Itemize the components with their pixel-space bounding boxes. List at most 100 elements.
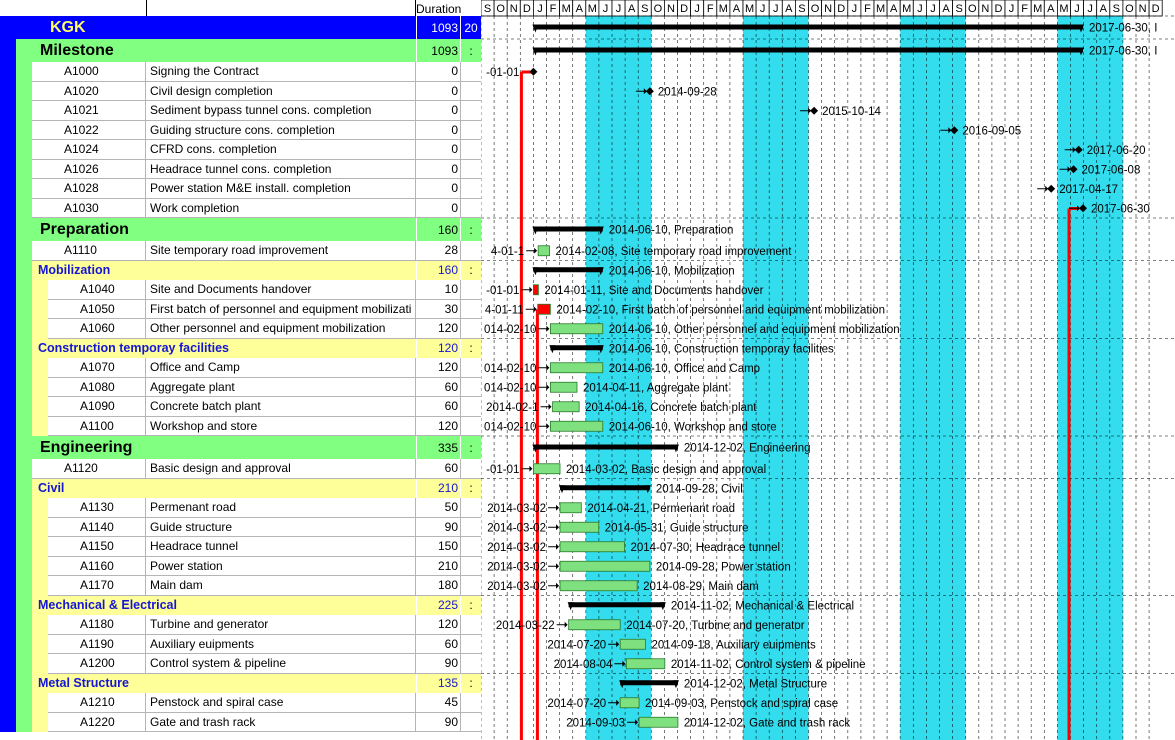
task-bar[interactable] <box>549 381 578 393</box>
table-row[interactable]: A1120 Basic design and approval 60 <box>0 459 481 479</box>
tree-band-project <box>0 159 16 179</box>
table-row[interactable]: A1160 Power station 210 <box>0 556 481 576</box>
table-row[interactable]: A1140 Guide structure 90 <box>0 517 481 537</box>
milestone-diamond[interactable] <box>1047 184 1056 193</box>
summary-bar[interactable] <box>533 444 678 450</box>
tree-band-wbs2 <box>32 634 48 654</box>
table-row[interactable]: A1070 Office and Camp 120 <box>0 358 481 378</box>
table-row[interactable]: A1050 First batch of personnel and equipm… <box>0 299 481 319</box>
wbs-row[interactable]: KGK 1093 20 <box>0 16 481 39</box>
start-date-label: 2014-03-02 <box>487 503 546 515</box>
summary-bar[interactable] <box>568 602 665 608</box>
table-row[interactable]: A1190 Auxiliary euipments 60 <box>0 634 481 654</box>
task-bar[interactable] <box>559 521 600 533</box>
task-bar[interactable] <box>559 560 651 572</box>
duration-cell: 90 <box>416 517 460 537</box>
wbs-row[interactable]: Civil 210: <box>0 478 481 498</box>
table-row[interactable]: A1200 Control system & pipeline 90 <box>0 654 481 674</box>
finish-date-label: 2016-09-05 <box>962 125 1021 137</box>
month-label: M <box>1033 3 1042 15</box>
wbs-row[interactable]: Metal Structure 135: <box>0 673 481 693</box>
activity-id: A1000 <box>32 62 146 82</box>
task-bar[interactable] <box>537 303 551 315</box>
finish-date-label: 2017-06-30 <box>1091 203 1150 215</box>
task-bar[interactable] <box>537 245 550 257</box>
table-row[interactable]: A1110 Site temporary road improvement 28 <box>0 241 481 261</box>
duration-cell: 10 <box>416 280 460 300</box>
table-row[interactable]: A1021 Sediment bypass tunnel cons. comple… <box>0 101 481 121</box>
task-bar[interactable] <box>625 658 666 670</box>
task-bar[interactable] <box>559 580 638 592</box>
wbs-row[interactable]: Mechanical & Electrical 225: <box>0 595 481 615</box>
table-row[interactable]: A1090 Concrete batch plant 60 <box>0 397 481 417</box>
milestone-diamond[interactable] <box>529 67 538 76</box>
table-row[interactable]: A1060 Other personnel and equipment mobil… <box>0 319 481 339</box>
table-row[interactable]: A1180 Turbine and generator 120 <box>0 615 481 635</box>
month-label: D <box>1152 3 1160 15</box>
tree-band-wbs2 <box>32 377 48 397</box>
tree-band-wbs1 <box>16 120 32 140</box>
calendar-cell <box>460 377 481 397</box>
table-row[interactable]: A1024 CFRD cons. completion 0 <box>0 140 481 160</box>
wbs-name: Engineering <box>32 436 416 459</box>
gantt-chart[interactable]: SONDJFMAMJJASONDJFMAMJJASONDJFMAMJJASOND… <box>481 0 1175 740</box>
activity-name: Penstock and spiral case <box>146 693 416 713</box>
table-row[interactable]: A1030 Work completion 0 <box>0 198 481 218</box>
table-row[interactable]: A1026 Headrace tunnel cons. completion 0 <box>0 159 481 179</box>
summary-bar[interactable] <box>560 485 650 491</box>
month-label: N <box>510 3 518 15</box>
wbs-row[interactable]: Mobilization 160: <box>0 260 481 280</box>
task-bar[interactable] <box>559 541 625 553</box>
wbs-row[interactable]: Construction temporay facilities 120: <box>0 338 481 358</box>
task-bar[interactable] <box>619 697 640 709</box>
task-bar[interactable] <box>559 502 582 514</box>
wbs-row[interactable]: Engineering 335: <box>0 436 481 459</box>
table-row[interactable]: A1210 Penstock and spiral case 45 <box>0 693 481 713</box>
calendar-cell <box>460 556 481 576</box>
activity-name: Gate and trash rack <box>146 712 416 732</box>
activity-id: A1210 <box>48 693 146 713</box>
table-row[interactable]: A1100 Workshop and store 120 <box>0 416 481 436</box>
activity-id: A1120 <box>32 459 146 479</box>
activity-id: A1060 <box>48 319 146 339</box>
tree-band-wbs1 <box>16 615 32 635</box>
table-row[interactable]: A1040 Site and Documents handover 10 <box>0 280 481 300</box>
table-row[interactable]: A1028 Power station M&E install. completi… <box>0 179 481 199</box>
summary-bar[interactable] <box>533 24 1083 30</box>
start-date-label: 2014-02-1 <box>486 402 538 414</box>
header-cell-id[interactable] <box>0 0 147 16</box>
wbs-row[interactable]: Milestone 1093: <box>0 39 481 62</box>
table-row[interactable]: A1170 Main dam 180 <box>0 576 481 596</box>
summary-bar[interactable] <box>533 226 603 232</box>
task-bar[interactable] <box>568 619 621 631</box>
calendar-cell: : <box>460 595 481 615</box>
header-cell-name[interactable] <box>146 0 416 16</box>
task-bar[interactable] <box>549 362 604 374</box>
task-bar[interactable] <box>533 284 539 296</box>
activity-id: A1100 <box>48 416 146 436</box>
summary-bar[interactable] <box>533 267 603 273</box>
wbs-row[interactable]: Preparation 160: <box>0 218 481 241</box>
finish-date-label: 2014-05-31, Guide structure <box>605 522 749 534</box>
finish-date-label: 2014-09-28 <box>658 86 717 98</box>
activity-id: A1180 <box>48 615 146 635</box>
task-bar[interactable] <box>549 323 604 335</box>
table-row[interactable]: A1130 Permenant road 50 <box>0 498 481 518</box>
table-row[interactable]: A1020 Civil design completion 0 <box>0 81 481 101</box>
month-label: J <box>1074 3 1080 15</box>
table-row[interactable]: A1000 Signing the Contract 0 <box>0 62 481 82</box>
task-bar[interactable] <box>619 638 646 650</box>
task-bar[interactable] <box>533 463 561 475</box>
table-row[interactable]: A1220 Gate and trash rack 90 <box>0 712 481 732</box>
milestone-diamond[interactable] <box>810 106 819 115</box>
task-bar[interactable] <box>549 420 604 432</box>
table-row[interactable]: A1080 Aggregate plant 60 <box>0 377 481 397</box>
duration-cell: 1093 <box>416 39 460 62</box>
table-row[interactable]: A1022 Guiding structure cons. completion 0 <box>0 120 481 140</box>
summary-bar[interactable] <box>533 47 1083 53</box>
summary-bar[interactable] <box>550 345 603 351</box>
task-bar[interactable] <box>638 716 679 728</box>
summary-bar[interactable] <box>620 680 678 686</box>
table-row[interactable]: A1150 Headrace tunnel 150 <box>0 537 481 557</box>
task-bar[interactable] <box>552 401 580 413</box>
